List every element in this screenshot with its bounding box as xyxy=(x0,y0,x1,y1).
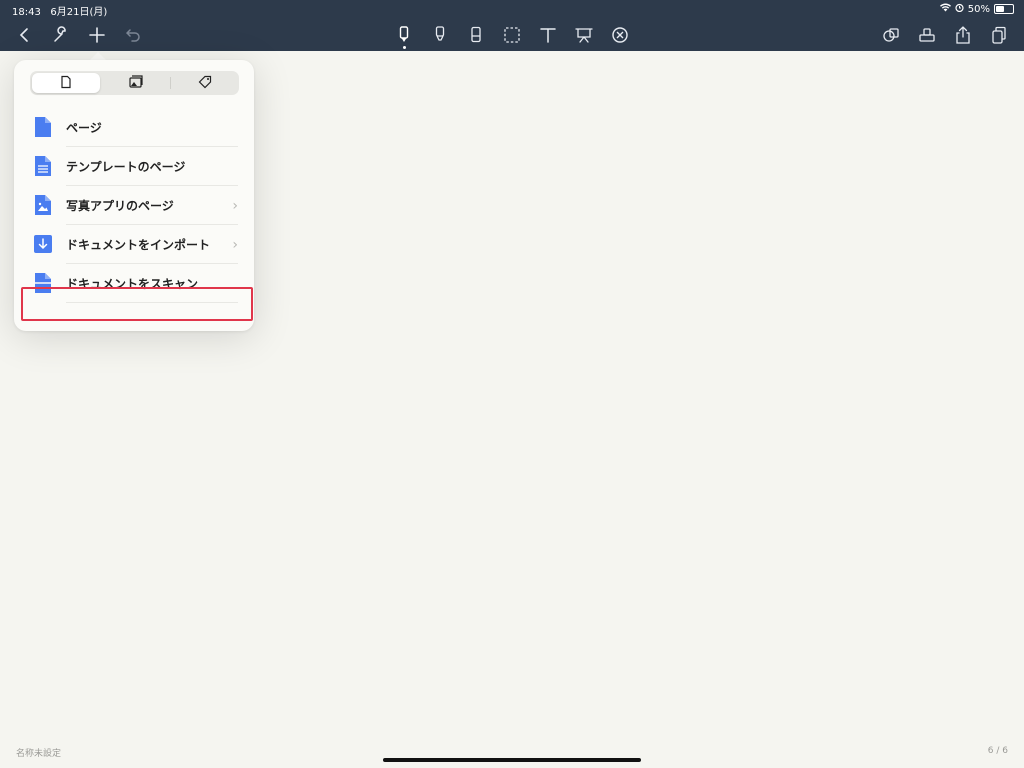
notebook-title: 名称未設定 xyxy=(16,749,62,759)
toolbar: 18:43 6月21日(月) 50% xyxy=(0,0,1024,51)
menu-item-label: 写真アプリのページ xyxy=(66,199,174,213)
plus-icon[interactable] xyxy=(86,24,108,46)
add-menu: ページ テンプレートのページ 写真アプリのページ › ドキュメントをインポート … xyxy=(14,108,254,303)
wrench-icon[interactable] xyxy=(50,24,72,46)
highlighter-icon[interactable] xyxy=(429,24,451,46)
chevron-right-icon: › xyxy=(232,236,238,253)
shapes-icon[interactable] xyxy=(880,24,902,46)
presentation-icon[interactable] xyxy=(573,24,595,46)
menu-item-label: テンプレートのページ xyxy=(66,160,186,174)
undo-icon[interactable] xyxy=(122,24,144,46)
photo-icon xyxy=(34,195,52,215)
page-icon xyxy=(59,74,73,93)
page-icon xyxy=(34,117,52,137)
segment-page[interactable] xyxy=(32,73,100,93)
import-icon xyxy=(34,234,52,254)
menu-item-import-document[interactable]: ドキュメントをインポート › xyxy=(14,225,254,264)
status-time-date: 18:43 6月21日(月) xyxy=(12,3,107,18)
status-time: 18:43 xyxy=(12,7,41,18)
segment-image[interactable] xyxy=(102,71,170,95)
lasso-icon[interactable] xyxy=(501,24,523,46)
text-icon[interactable] xyxy=(537,24,559,46)
menu-item-page[interactable]: ページ xyxy=(14,108,254,147)
menu-item-template-page[interactable]: テンプレートのページ xyxy=(14,147,254,186)
add-popover: ページ テンプレートのページ 写真アプリのページ › ドキュメントをインポート … xyxy=(14,60,254,331)
segment-tag[interactable] xyxy=(171,71,239,95)
tag-icon xyxy=(198,74,212,93)
status-indicators: 50% xyxy=(939,3,1014,15)
close-circle-icon[interactable] xyxy=(609,24,631,46)
battery-icon xyxy=(994,4,1014,14)
pen-icon[interactable] xyxy=(393,24,415,46)
selected-tool-indicator xyxy=(403,46,406,49)
image-icon xyxy=(129,74,143,93)
back-icon[interactable] xyxy=(14,24,36,46)
pages-icon[interactable] xyxy=(988,24,1010,46)
menu-item-label: ドキュメントをインポート xyxy=(66,238,211,252)
status-date: 6月21日(月) xyxy=(50,7,108,18)
alarm-icon xyxy=(955,3,964,15)
template-icon xyxy=(34,156,52,176)
chevron-right-icon: › xyxy=(232,197,238,214)
page-counter: 6 / 6 xyxy=(987,746,1008,756)
battery-percent: 50% xyxy=(967,3,990,15)
stamp-icon[interactable] xyxy=(916,24,938,46)
highlight-annotation-box xyxy=(21,287,253,321)
menu-item-label: ページ xyxy=(66,121,102,135)
add-type-segmented-control xyxy=(30,71,239,95)
menu-item-photo-page[interactable]: 写真アプリのページ › xyxy=(14,186,254,225)
share-icon[interactable] xyxy=(952,24,974,46)
wifi-icon xyxy=(939,3,951,15)
eraser-icon[interactable] xyxy=(465,24,487,46)
home-indicator[interactable] xyxy=(383,758,641,762)
